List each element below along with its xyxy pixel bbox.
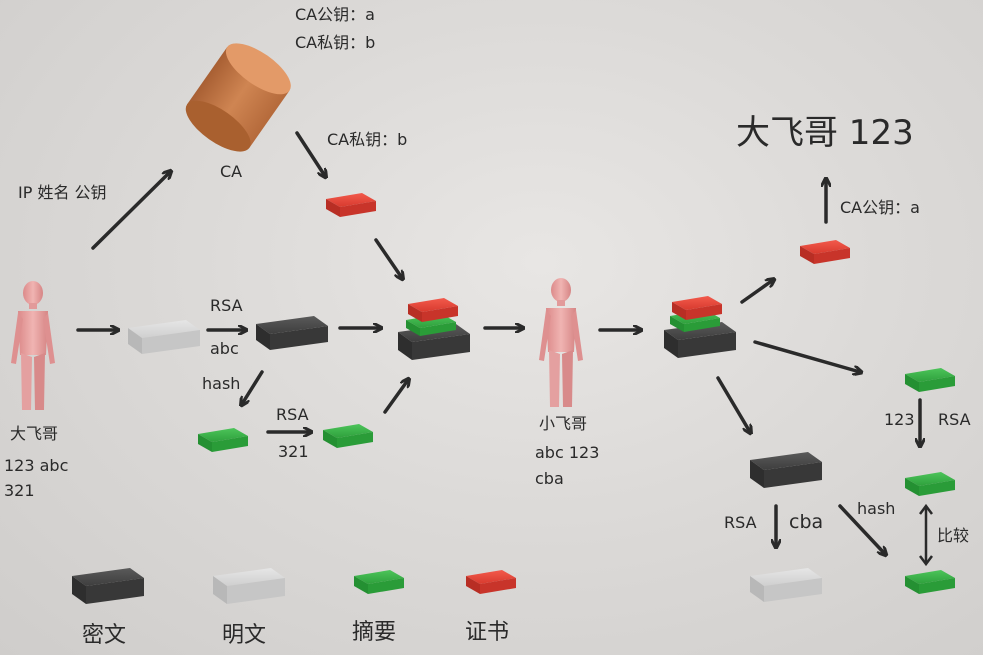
arrow-stack-to-digest xyxy=(753,340,860,372)
diagram-canvas xyxy=(11,43,955,604)
extracted-digest-block-icon xyxy=(905,368,955,392)
legend-plaintext-label: 明文 xyxy=(222,623,267,648)
digest-value-label: 321 xyxy=(278,442,309,461)
signed-digest-block-icon xyxy=(323,424,373,448)
compare-label: 比较 xyxy=(937,526,970,545)
rsa-decrypt-label: RSA xyxy=(724,513,757,532)
sender-plaintext-values: 123 abc xyxy=(4,456,69,475)
ca-sign-key-label: CA私钥：b xyxy=(327,130,408,149)
arrow-cert-to-stack xyxy=(374,238,402,278)
legend-digest-swatch-icon xyxy=(354,570,404,594)
ca-label: CA xyxy=(220,162,243,181)
ca-public-verify-label: CA公钥：a xyxy=(840,198,920,217)
legend-plaintext-swatch-icon xyxy=(213,568,285,604)
arrow-stack-to-cert xyxy=(740,280,773,304)
ciphertext-block-icon xyxy=(256,316,328,350)
compare-arrow-icon xyxy=(919,503,933,567)
hash-verify-label: hash xyxy=(857,499,896,518)
rsa-verify-label: RSA xyxy=(938,410,971,429)
receiver-name-label: 小飞哥 xyxy=(539,414,588,433)
computed-digest-block-icon xyxy=(905,570,955,594)
legend-certificate-swatch-icon xyxy=(466,570,516,594)
decrypted-plaintext-block-icon xyxy=(750,568,822,602)
arrow-digest-to-stack xyxy=(383,380,408,414)
arrow-ca-sign xyxy=(295,131,325,176)
arrow-hash-down xyxy=(242,370,264,404)
sender-name-label: 大飞哥 xyxy=(10,424,59,443)
ca-private-key-label: CA私钥：b xyxy=(295,33,376,52)
ca-public-key-label: CA公钥：a xyxy=(295,5,375,24)
digest-block-icon xyxy=(198,428,248,452)
plaintext-block-icon xyxy=(128,320,200,354)
receiver-values-label: abc 123 xyxy=(535,443,600,462)
decrypted-digest-block-icon xyxy=(905,472,955,496)
receiver-cipher-label: cba xyxy=(535,469,564,488)
rsa-sign-label: RSA xyxy=(276,405,309,424)
legend-certificate-label: 证书 xyxy=(465,620,510,645)
flow-arrows xyxy=(76,131,920,554)
certificate-block-icon xyxy=(326,193,376,217)
combined-package-stack-icon xyxy=(398,298,470,360)
ip-info-label: IP 姓名 公钥 xyxy=(18,183,107,202)
legend-digest-label: 摘要 xyxy=(352,620,397,645)
cba-label: cba xyxy=(789,511,824,533)
arrow-stack-to-cipher xyxy=(716,376,750,432)
legend-ciphertext-label: 密文 xyxy=(82,623,127,648)
verification-result-title: 大飞哥 123 xyxy=(736,113,914,153)
ca-cylinder-icon xyxy=(185,43,291,152)
rsa-encrypt-label: RSA xyxy=(210,296,243,315)
hash-label: hash xyxy=(202,374,241,393)
received-package-stack-icon xyxy=(664,296,736,358)
legend-ciphertext-swatch-icon xyxy=(72,568,144,604)
digest-number-label: 123 xyxy=(884,410,915,429)
receiver-person-icon xyxy=(539,278,583,407)
sender-person-icon xyxy=(11,281,55,410)
sender-digest-value: 321 xyxy=(4,481,35,500)
extracted-certificate-block-icon xyxy=(800,240,850,264)
extracted-ciphertext-block-icon xyxy=(750,452,822,488)
cipher-value-label: abc xyxy=(210,339,239,358)
